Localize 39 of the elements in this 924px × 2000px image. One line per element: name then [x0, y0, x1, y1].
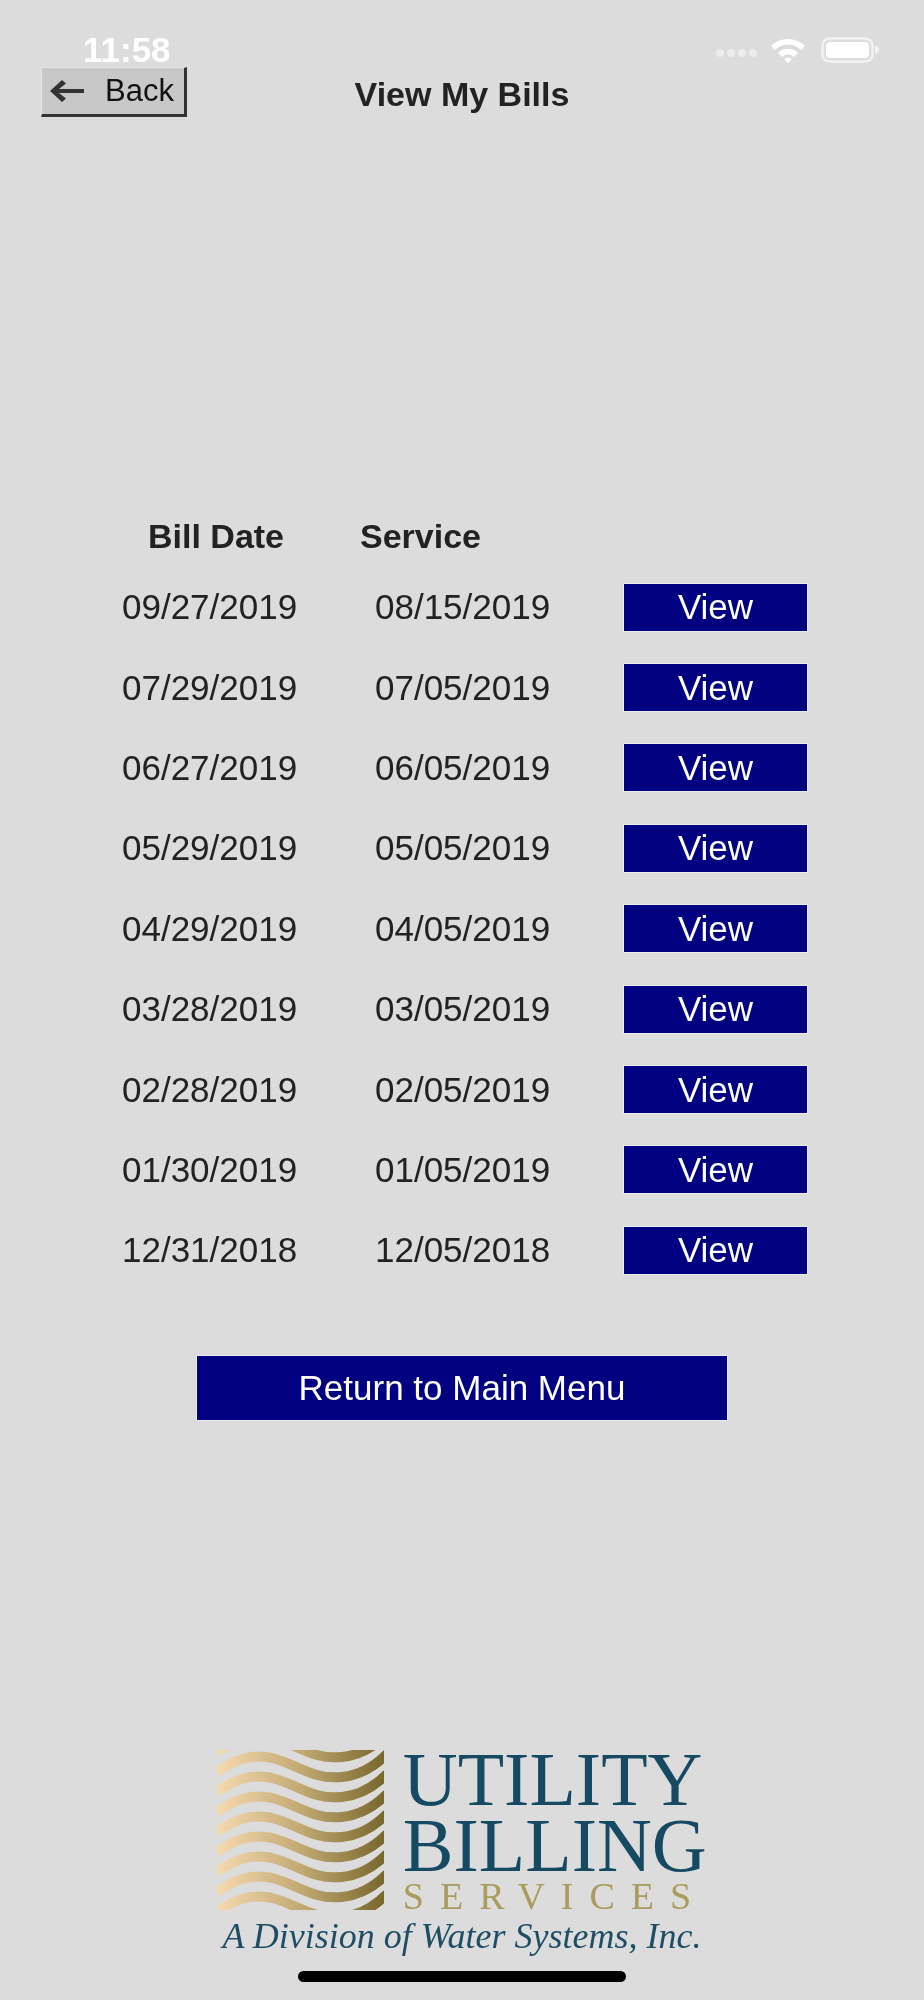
table-cell: 05/05/2019 — [375, 828, 551, 869]
return-to-menu-button[interactable]: Return to Main Menu — [196, 1354, 728, 1421]
table-cell: 01/05/2019 — [375, 1149, 551, 1190]
table-cell: 12/31/2018 — [122, 1230, 298, 1271]
table-cell: 06/05/2019 — [375, 747, 551, 788]
table-cell: 03/05/2019 — [375, 989, 551, 1030]
table-cell: 07/29/2019 — [122, 667, 298, 708]
page-title: View My Bills — [354, 74, 570, 115]
battery-icon — [821, 37, 879, 63]
view-button[interactable]: View — [623, 984, 808, 1034]
view-button[interactable]: View — [623, 823, 808, 873]
logo-wordmark: BILLING — [402, 1811, 707, 1878]
view-button[interactable]: View — [623, 1145, 808, 1195]
view-button[interactable]: View — [623, 1225, 808, 1275]
table-cell: 05/29/2019 — [122, 828, 298, 869]
view-button[interactable]: View — [623, 663, 808, 713]
left-arrow-icon — [48, 78, 85, 104]
view-button[interactable]: View — [623, 582, 808, 632]
table-cell: 07/05/2019 — [375, 667, 551, 708]
table-cell: 06/27/2019 — [122, 747, 298, 788]
view-button[interactable]: View — [623, 1065, 808, 1115]
view-button[interactable]: View — [623, 743, 808, 793]
table-cell: 03/28/2019 — [122, 989, 298, 1030]
table-cell: 02/05/2019 — [375, 1069, 551, 1110]
view-button[interactable]: View — [623, 904, 808, 954]
column-header: Service — [360, 516, 481, 556]
column-header: Bill Date — [148, 516, 285, 556]
table-cell: 04/05/2019 — [375, 908, 551, 949]
logo-wordmark: UTILITY — [402, 1745, 703, 1812]
table-cell: 01/30/2019 — [122, 1149, 298, 1190]
table-cell: 09/27/2019 — [122, 587, 298, 628]
table-cell: 02/28/2019 — [122, 1069, 298, 1110]
back-button[interactable]: Back — [41, 67, 187, 117]
table-cell: 12/05/2018 — [375, 1230, 551, 1271]
table-cell: 04/29/2019 — [122, 908, 298, 949]
wifi-icon — [770, 37, 806, 63]
logo-tagline: A Division of Water Systems, Inc. — [222, 1915, 702, 1956]
logo-subtitle: SERVICES — [402, 1875, 708, 1916]
table-cell: 08/15/2019 — [375, 587, 551, 628]
